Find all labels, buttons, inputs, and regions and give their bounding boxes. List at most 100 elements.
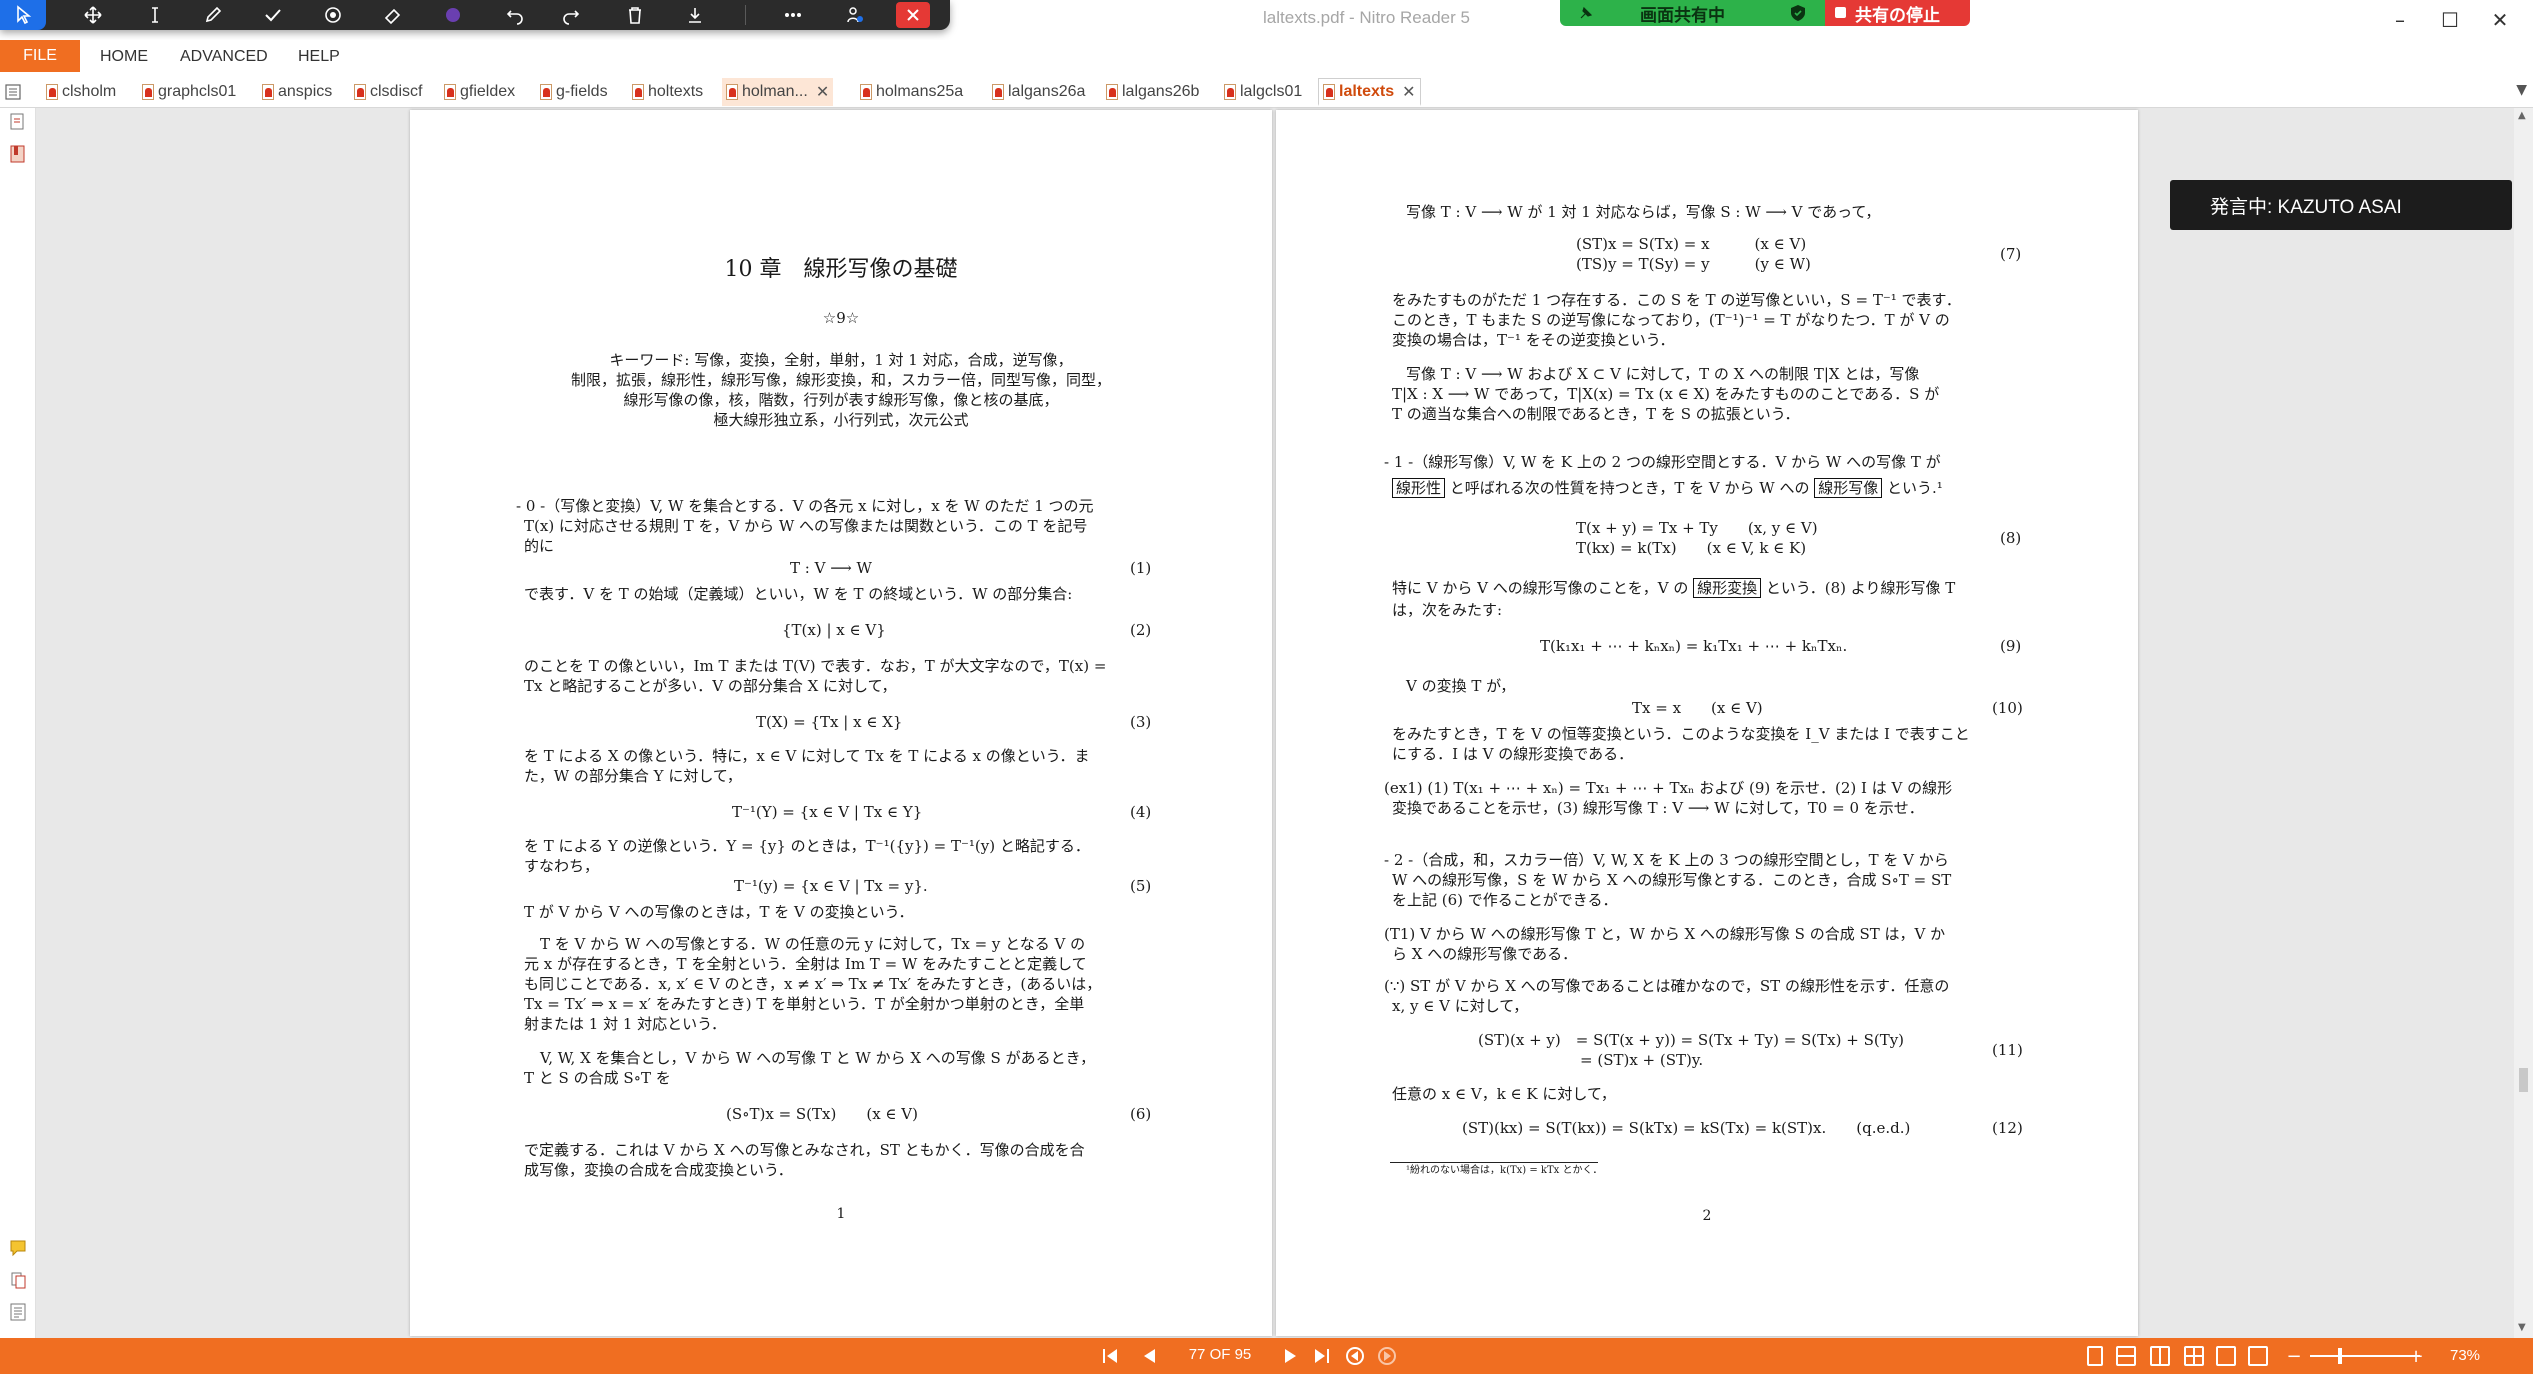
paragraph-line: 射または 1 対 1 対応という．: [524, 1015, 726, 1033]
comments-panel-icon[interactable]: [9, 1238, 27, 1258]
pdf-file-icon: [1106, 84, 1118, 100]
theorem-line: (T1) V から W への線形写像 T と，W から X への線形写像 S の…: [1384, 925, 1946, 943]
pdf-file-icon: [1323, 83, 1335, 100]
paragraph-fragment: という.¹: [1887, 479, 1943, 497]
tab-lalgans26b[interactable]: lalgans26b: [1102, 78, 1199, 106]
tab-label: lalgans26a: [1008, 83, 1086, 100]
paragraph-line: は，次をみたす:: [1392, 601, 1503, 619]
keywords-line: 線形写像の像，核，階数，行列が表す線形写像，像と核の基底，: [623, 391, 1059, 409]
close-window-button[interactable]: ✕: [2470, 2, 2530, 38]
pages-panel-icon[interactable]: [9, 112, 27, 132]
eraser-icon[interactable]: [370, 0, 416, 30]
close-icon[interactable]: [896, 2, 930, 28]
more-icon[interactable]: [770, 0, 816, 30]
tab-anspics[interactable]: anspics: [258, 78, 332, 106]
tab-clsdiscf[interactable]: clsdiscf: [350, 78, 422, 106]
pdf-file-icon: [860, 84, 872, 100]
undo-icon[interactable]: [492, 0, 538, 30]
previous-page-icon[interactable]: [1138, 1346, 1160, 1366]
zoom-slider[interactable]: [2310, 1355, 2420, 1357]
zoom-in-button[interactable]: +: [2408, 1346, 2424, 1367]
page-indicator[interactable]: 77 OF 95: [1175, 1346, 1265, 1363]
exercise-line: (ex1) (1) T(x₁ + ⋯ + xₙ) = Tx₁ + ⋯ + Txₙ…: [1384, 779, 1953, 797]
tab-graphcls01[interactable]: graphcls01: [138, 78, 236, 106]
equation-8a: T(x + y) = Tx + Ty (x, y ∈ V): [1576, 519, 1818, 537]
scrollbar-thumb[interactable]: [2519, 1068, 2528, 1092]
tab-lalgcls01[interactable]: lalgcls01: [1220, 78, 1302, 106]
trash-icon[interactable]: [612, 0, 658, 30]
move-icon[interactable]: [70, 0, 116, 30]
continuous-view-icon[interactable]: [2116, 1346, 2136, 1366]
next-view-icon[interactable]: [1376, 1346, 1398, 1366]
paragraph-line: すなわち，: [524, 857, 600, 875]
paragraph-line: W への線形写像，S を W から X への線形写像とする．このとき，合成 S∘…: [1392, 871, 1952, 889]
pdf-file-icon: [142, 84, 154, 100]
paragraph-line: 特に V から V への線形写像のことを，V の 線形変換 という．(8) より…: [1392, 578, 1955, 598]
tab-close-button[interactable]: ✕: [1402, 82, 1415, 102]
pdf-page-1: 10 章 線形写像の基礎 ☆9☆ キーワード: 写像，変換，全射，単射，1 対 …: [410, 110, 1272, 1336]
menu-help[interactable]: HELP: [298, 48, 340, 66]
output-panel-icon[interactable]: [9, 1302, 27, 1322]
tab-holmans25a[interactable]: holmans25a: [856, 78, 963, 106]
tab-laltexts[interactable]: laltexts ✕: [1318, 78, 1421, 106]
previous-view-icon[interactable]: [1344, 1346, 1366, 1366]
tab-close-button[interactable]: ✕: [816, 82, 829, 102]
pin-icon: [1580, 6, 1593, 19]
tab-label: laltexts: [1339, 82, 1395, 100]
scroll-up-icon[interactable]: ▲: [2518, 110, 2526, 121]
share-icon[interactable]: [832, 0, 878, 30]
tab-g-fields[interactable]: g-fields: [536, 78, 608, 106]
paragraph-line: T を V から W への写像とする．W の任意の元 y に対して，Tx = y…: [540, 935, 1086, 953]
menu-file[interactable]: FILE: [0, 40, 80, 72]
equation-number: (2): [1130, 621, 1152, 639]
last-page-icon[interactable]: [1310, 1346, 1332, 1366]
text-cursor-icon[interactable]: [132, 0, 178, 30]
tab-gfieldex[interactable]: gfieldex: [440, 78, 515, 106]
tab-clsholm[interactable]: clsholm: [42, 78, 116, 106]
zoom-out-button[interactable]: −: [2286, 1346, 2302, 1367]
paragraph-line: で表す．V を T の始域（定義域）といい，W を T の終域という．W の部分…: [524, 585, 1073, 603]
fit-page-icon[interactable]: [2248, 1346, 2268, 1366]
equation-2: {T(x) | x ∈ V}: [782, 621, 886, 639]
tab-holmans[interactable]: holman... ✕: [722, 78, 834, 106]
paragraph-line: 写像 T : V ⟶ W が 1 対 1 対応ならば，写像 S : W ⟶ V …: [1406, 203, 1881, 221]
check-icon[interactable]: [250, 0, 296, 30]
pdf-file-icon: [262, 84, 274, 100]
zoom-level[interactable]: 73%: [2450, 1347, 2480, 1364]
fit-width-icon[interactable]: [2216, 1346, 2236, 1366]
redo-icon[interactable]: [548, 0, 594, 30]
stop-sharing-button[interactable]: 共有の停止: [1825, 0, 1970, 26]
tab-list-toggle[interactable]: [4, 78, 22, 106]
tab-holtexts[interactable]: holtexts: [628, 78, 703, 106]
first-page-icon[interactable]: [1100, 1346, 1122, 1366]
tab-overflow-chevron-icon[interactable]: ▼: [2516, 82, 2527, 98]
proof-line: x, y ∈ V に対して，: [1392, 997, 1529, 1015]
menu-advanced[interactable]: ADVANCED: [180, 48, 268, 66]
download-icon[interactable]: [672, 0, 718, 30]
stamp-icon[interactable]: [310, 0, 356, 30]
page-number: 2: [1702, 1208, 1712, 1224]
color-dot-icon[interactable]: [430, 0, 476, 30]
bookmarks-panel-icon[interactable]: [9, 144, 27, 164]
document-workspace[interactable]: [36, 108, 2514, 1338]
equation-number: (1): [1130, 559, 1152, 577]
equation-number: (11): [1992, 1041, 2023, 1059]
continuous-facing-view-icon[interactable]: [2184, 1346, 2204, 1366]
next-page-icon[interactable]: [1280, 1346, 1302, 1366]
pen-icon[interactable]: [190, 0, 236, 30]
zoom-slider-thumb[interactable]: [2338, 1348, 2342, 1364]
paragraph-line: T の適当な集合への制限であるとき，T を S の拡張という．: [1392, 405, 1800, 423]
paragraph-line: - 0 -（写像と変換）V, W を集合とする．V の各元 x に対し，x を …: [516, 497, 1094, 515]
menu-home[interactable]: HOME: [100, 48, 148, 66]
single-page-view-icon[interactable]: [2087, 1346, 2103, 1366]
scroll-down-icon[interactable]: ▼: [2518, 1322, 2526, 1333]
select-arrow-icon[interactable]: [0, 0, 46, 30]
tab-label: lalgans26b: [1122, 83, 1200, 100]
vertical-scrollbar[interactable]: ▲ ▼: [2514, 108, 2533, 1338]
paragraph-fragment: と呼ばれる次の性質を持つとき，T を V から W への: [1449, 479, 1810, 497]
paragraph-line: を T による X の像という．特に，x ∈ V に対して Tx を T による…: [524, 747, 1090, 765]
tab-lalgans26a[interactable]: lalgans26a: [988, 78, 1085, 106]
attachments-panel-icon[interactable]: [9, 1270, 27, 1290]
paragraph-line: を上記 (6) で作ることができる．: [1392, 891, 1618, 909]
facing-view-icon[interactable]: [2150, 1346, 2170, 1366]
